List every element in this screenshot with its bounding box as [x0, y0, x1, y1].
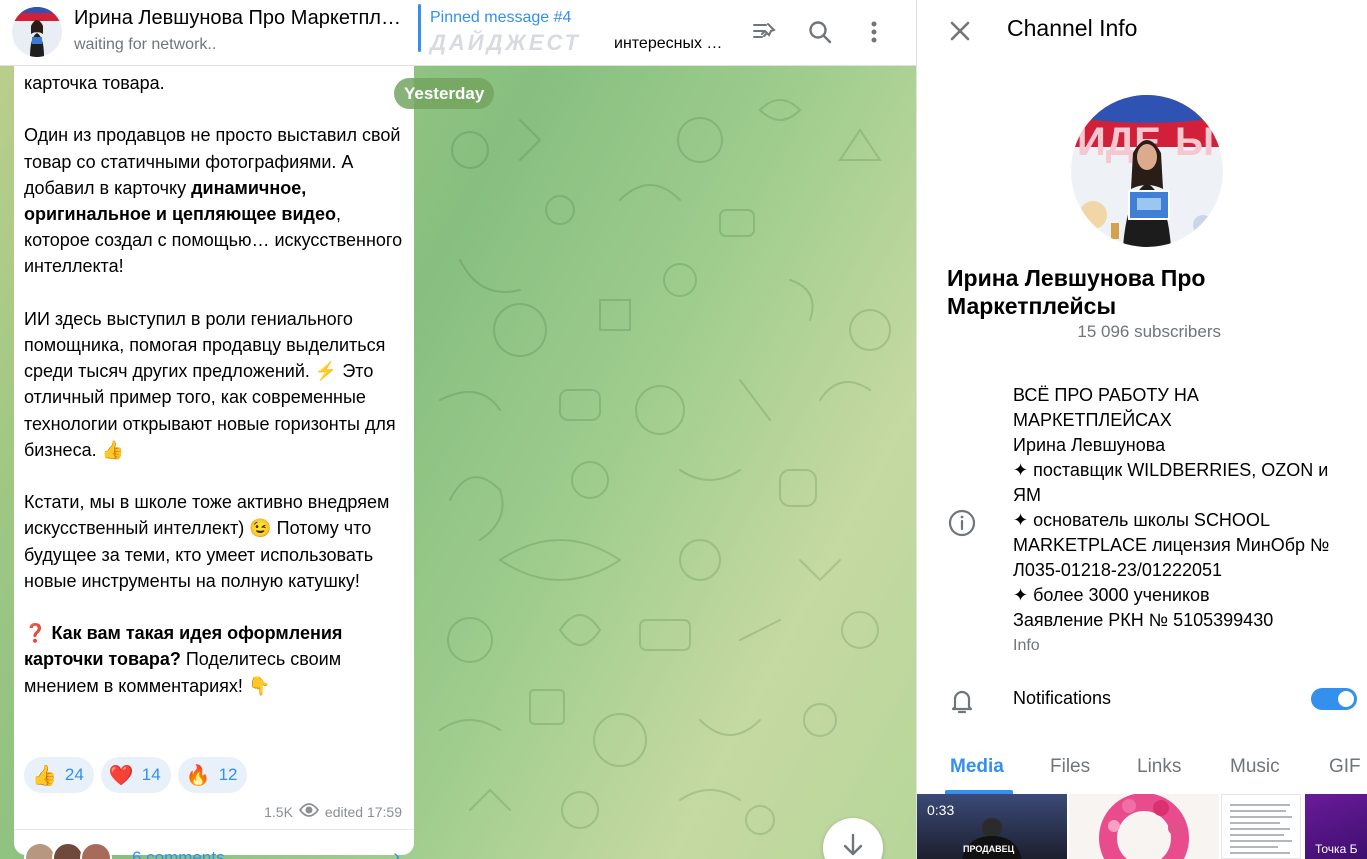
notifications-label: Notifications: [1013, 688, 1112, 708]
thumb-caption: Точка Б: [1315, 842, 1358, 856]
channel-name: Ирина Левшунова Про Маркетплейсы: [947, 265, 1206, 319]
description-line: ✦ поставщик WILDBERRIES, OZON и: [1013, 460, 1329, 480]
commenter-avatar: [80, 842, 112, 859]
question-emoji: ❓: [24, 623, 47, 644]
chat-header[interactable]: Ирина Левшунова Про Маркетплейсы waiting…: [0, 0, 916, 66]
edited-time: edited 17:59: [324, 803, 402, 820]
description-line: MARKETPLACE лицензия МинОбр №: [1013, 535, 1330, 555]
reactions-row: 👍 24 ❤️ 14 🔥 12: [24, 757, 248, 793]
description-line: ВСЁ ПРО РАБОТУ НА: [1013, 385, 1199, 405]
reaction-count: 12: [218, 765, 238, 784]
message-paragraph: карточка товара.: [24, 70, 410, 96]
notifications-toggle[interactable]: [1311, 688, 1357, 710]
lightning-emoji: ⚡: [314, 361, 338, 382]
media-thumb-image[interactable]: Точка Б: [1305, 794, 1367, 859]
media-grid: 0:33 ПРОДАВЕЦ Точка Б: [917, 794, 1367, 859]
eye-icon: [298, 803, 320, 820]
message-paragraph: ИИ здесь выступил в роли гениального пом…: [24, 306, 410, 463]
pinned-preview: интересных …: [614, 35, 723, 52]
chevron-right-icon: ›: [393, 846, 400, 859]
channel-avatar[interactable]: [12, 7, 62, 57]
comments-bar[interactable]: 6 comments ›: [14, 829, 414, 859]
message-bubble[interactable]: карточка товара. Один из продавцов не пр…: [14, 45, 414, 859]
toggle-knob: [1336, 689, 1356, 709]
description-line: ✦ более 3000 учеников: [1013, 585, 1210, 605]
media-thumb-image[interactable]: [1069, 794, 1219, 859]
connection-status: waiting for network..: [74, 36, 217, 53]
message-paragraph: ❓ Как вам такая идея оформления карточки…: [24, 620, 410, 699]
video-duration: 0:33: [927, 802, 955, 818]
media-thumb-document[interactable]: [1221, 794, 1301, 859]
thumb-caption: ПРОДАВЕЦ: [963, 844, 1015, 854]
message-paragraph: Один из продавцов не просто выставил сво…: [24, 122, 410, 279]
description-line: ✦ основатель школы SCHOOL: [1013, 510, 1270, 530]
description-line: Заявление РКН № 5105399430: [1013, 610, 1274, 630]
thumbs-up-emoji: 👍: [101, 439, 125, 460]
tab-files[interactable]: Files: [1050, 756, 1090, 778]
tab-media[interactable]: Media: [950, 756, 1004, 778]
message-text: карточка товара. Один из продавцов не пр…: [24, 70, 410, 725]
bell-icon: [947, 686, 977, 721]
info-icon: [947, 508, 977, 543]
pin-list-icon[interactable]: [746, 14, 782, 50]
reaction-emoji: 👍: [32, 764, 57, 787]
media-thumb-video[interactable]: 0:33 ПРОДАВЕЦ: [917, 794, 1067, 859]
media-tabs: Media Files Links Music GIF: [917, 740, 1367, 794]
view-count: 1.5K: [264, 803, 293, 820]
message-text-span: карточка товара.: [24, 73, 165, 93]
pinned-indicator: [418, 4, 421, 52]
subscriber-count: 15 096 subscribers: [1077, 322, 1221, 341]
tab-gif[interactable]: GIF: [1329, 756, 1361, 778]
channel-info-panel: Channel Info ИДЕ Ы Д Ирина Левшунова Про…: [916, 0, 1367, 859]
channel-description[interactable]: ВСЁ ПРО РАБОТУ НА МАРКЕТПЛЕЙСАХ Ирина Ле…: [1013, 383, 1363, 633]
reaction-heart[interactable]: ❤️ 14: [100, 757, 171, 793]
chat-title[interactable]: Ирина Левшунова Про Маркетплейсы: [74, 7, 410, 30]
description-line: МАРКЕТПЛЕЙСАХ: [1013, 410, 1172, 430]
date-divider: Yesterday: [394, 78, 495, 109]
message-paragraph: Кстати, мы в школе тоже активно внедряем…: [24, 489, 410, 594]
comments-count: 6 comments: [132, 848, 225, 859]
point-down-emoji: 👇: [247, 675, 271, 696]
reaction-fire[interactable]: 🔥 12: [177, 757, 248, 793]
reaction-emoji: 🔥: [185, 764, 211, 787]
svg-text:Ы Д: Ы Д: [1175, 120, 1223, 164]
close-panel-button[interactable]: [943, 14, 977, 48]
message-meta: 1.5K edited 17:59: [264, 803, 402, 820]
search-icon[interactable]: [802, 14, 838, 50]
description-line: Л035-01218-23/01222051: [1013, 560, 1222, 580]
reaction-thumbs-up[interactable]: 👍 24: [24, 757, 94, 793]
tab-links[interactable]: Links: [1137, 756, 1181, 778]
wink-emoji: 😉: [249, 518, 272, 539]
pinned-title: Pinned message #4: [430, 9, 572, 26]
description-caption: Info: [1013, 637, 1040, 654]
reaction-count: 14: [141, 765, 161, 784]
pinned-thumbnail-text: ДАЙДЖЕСТ: [430, 30, 582, 55]
more-vertical-icon[interactable]: [856, 14, 892, 50]
panel-title: Channel Info: [1007, 15, 1138, 41]
tab-music[interactable]: Music: [1230, 756, 1280, 778]
chat-area[interactable]: Ирина Левшунова Про Маркетплейсы waiting…: [0, 0, 916, 859]
reaction-count: 24: [64, 765, 84, 784]
channel-avatar-large[interactable]: ИДЕ Ы Д: [1071, 95, 1223, 247]
description-line: ЯМ: [1013, 485, 1041, 505]
close-icon: [950, 21, 970, 41]
arrow-down-icon: [843, 833, 863, 856]
description-line: Ирина Левшунова: [1013, 435, 1166, 455]
reaction-emoji: ❤️: [108, 764, 134, 787]
